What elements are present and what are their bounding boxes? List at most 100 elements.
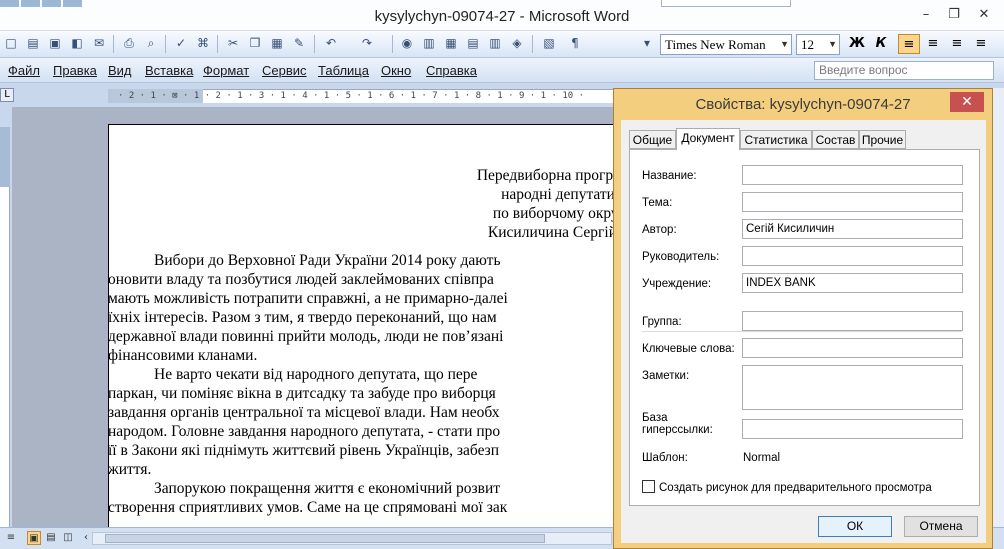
- font-name-combo[interactable]: Times New Roman ▼: [660, 34, 792, 55]
- company-field[interactable]: INDEX BANK: [742, 273, 963, 293]
- category-label: Группа:: [642, 316, 682, 328]
- menu-table[interactable]: Таблица: [318, 63, 369, 78]
- print-icon[interactable]: ⎙: [120, 34, 138, 52]
- paste-icon[interactable]: ▦: [268, 34, 286, 52]
- insert-excel-icon[interactable]: ▤: [464, 34, 482, 52]
- restore-button[interactable]: ❐: [940, 6, 968, 24]
- minimize-button[interactable]: –: [912, 6, 940, 24]
- reading-layout-icon[interactable]: ◫: [61, 531, 75, 545]
- justify-button[interactable]: ≡: [970, 34, 992, 54]
- font-name-value: Times New Roman: [665, 37, 766, 52]
- align-center-button[interactable]: ≡: [922, 34, 944, 54]
- print-layout-icon[interactable]: ▣: [27, 531, 41, 545]
- template-label: Шаблон:: [642, 452, 688, 464]
- title-bar: kysylychyn-09074-27 - Microsoft Word – ❐…: [0, 0, 1004, 31]
- redo-icon[interactable]: ↷: [358, 34, 376, 52]
- cancel-button[interactable]: Отмена: [904, 516, 978, 537]
- title-field[interactable]: [742, 165, 963, 185]
- normal-view-icon[interactable]: ≡: [4, 531, 18, 545]
- insert-table-icon[interactable]: ▦: [442, 34, 460, 52]
- web-layout-icon[interactable]: ▤: [44, 531, 58, 545]
- preview-checkbox[interactable]: [642, 480, 655, 493]
- hyperlink-label-line: гиперссылки:: [642, 424, 713, 436]
- align-left-button[interactable]: ≡: [898, 34, 920, 54]
- toolbar-options-icon[interactable]: ▾: [638, 34, 656, 52]
- scroll-left-icon[interactable]: ‹: [79, 531, 93, 545]
- subject-label: Тема:: [642, 197, 673, 209]
- preview-checkbox-label: Создать рисунок для предварительного про…: [659, 482, 932, 494]
- cut-icon[interactable]: ✂: [224, 34, 242, 52]
- research-icon[interactable]: ⌘: [194, 34, 212, 52]
- standard-toolbar: □ ▤ ▣ ◧ ✉ ⎙ ⌕ ✓ ⌘ ✂ ❐ ▦ ✎ ↶ ↷ ◉ ▥ ▦ ▤ ▥ …: [0, 31, 1004, 58]
- tab-contents[interactable]: Состав: [812, 130, 859, 149]
- vertical-ruler: [0, 107, 12, 527]
- hyperlink-label-line: База: [642, 412, 668, 424]
- bold-button[interactable]: Ж: [846, 34, 868, 54]
- copy-icon[interactable]: ❐: [246, 34, 264, 52]
- tab-general[interactable]: Общие: [629, 130, 676, 149]
- menu-help[interactable]: Справка: [426, 63, 477, 78]
- drawing-icon[interactable]: ◈: [508, 34, 526, 52]
- undo-icon[interactable]: ↶: [322, 34, 340, 52]
- font-size-combo[interactable]: 12 ▼: [796, 34, 840, 55]
- document-tab-panel: Название: Тема: Автор: Сегій Кисиличин Р…: [629, 149, 980, 506]
- manager-field[interactable]: [742, 246, 963, 266]
- comments-field[interactable]: [742, 365, 963, 410]
- permission-icon[interactable]: ◧: [68, 34, 86, 52]
- align-right-button[interactable]: ≡: [946, 34, 968, 54]
- show-hide-icon[interactable]: ¶: [566, 34, 584, 52]
- open-folder-icon[interactable]: ▤: [24, 34, 42, 52]
- hyperlink-base-field[interactable]: [742, 419, 963, 439]
- keywords-field[interactable]: [742, 338, 963, 358]
- hyperlink-base-label: База гиперссылки:: [642, 412, 713, 436]
- menu-edit[interactable]: Правка: [53, 63, 97, 78]
- scroll-thumb[interactable]: [105, 534, 545, 543]
- italic-button[interactable]: К: [870, 34, 892, 54]
- print-preview-icon[interactable]: ⌕: [142, 34, 160, 52]
- format-painter-icon[interactable]: ✎: [290, 34, 308, 52]
- dialog-title: Свойства: kysylychyn-09074-27: [695, 96, 911, 113]
- menu-bar: Файл Правка Вид Вставка Формат Сервис Та…: [0, 58, 1004, 83]
- spelling-icon[interactable]: ✓: [172, 34, 190, 52]
- menu-file[interactable]: Файл: [8, 63, 40, 78]
- tables-borders-icon[interactable]: ▥: [420, 34, 438, 52]
- new-document-icon[interactable]: □: [2, 34, 20, 52]
- columns-icon[interactable]: ▥: [486, 34, 504, 52]
- subject-field[interactable]: [742, 192, 963, 212]
- document-map-icon[interactable]: ▧: [540, 34, 558, 52]
- tab-custom[interactable]: Прочие: [859, 130, 906, 149]
- horizontal-scrollbar[interactable]: [92, 532, 612, 545]
- menu-tools[interactable]: Сервис: [262, 63, 307, 78]
- divider: [642, 331, 962, 332]
- company-label: Учреждение:: [642, 278, 712, 290]
- email-icon[interactable]: ✉: [90, 34, 108, 52]
- chevron-down-icon: ▼: [780, 39, 789, 49]
- close-button[interactable]: ✕: [970, 6, 998, 24]
- author-field[interactable]: Сегій Кисиличин: [742, 219, 963, 239]
- tab-statistics[interactable]: Статистика: [740, 130, 812, 149]
- save-preview-option[interactable]: Создать рисунок для предварительного про…: [642, 480, 932, 494]
- close-icon[interactable]: ✕: [950, 92, 984, 112]
- category-field[interactable]: [742, 311, 963, 331]
- window-title: kysylychyn-09074-27 - Microsoft Word: [374, 8, 630, 25]
- vertical-scrollbar[interactable]: [992, 88, 1004, 527]
- comments-label: Заметки:: [642, 370, 690, 382]
- manager-label: Руководитель:: [642, 251, 720, 263]
- properties-dialog: Свойства: kysylychyn-09074-27 ✕ Общие До…: [613, 88, 993, 549]
- font-size-value: 12: [801, 37, 814, 52]
- ruler-scale: · 2 · 1 · ⊠ · 1 · 2 · 1 · 3 · 1 · 4 · 1 …: [118, 91, 584, 101]
- menu-format[interactable]: Формат: [203, 63, 249, 78]
- menu-insert[interactable]: Вставка: [145, 63, 193, 78]
- ask-question-input[interactable]: Введите вопрос: [814, 61, 994, 80]
- tab-document[interactable]: Документ: [676, 128, 740, 150]
- chevron-down-icon: ▼: [828, 39, 837, 49]
- menu-view[interactable]: Вид: [108, 63, 132, 78]
- menu-window[interactable]: Окно: [381, 63, 411, 78]
- keywords-label: Ключевые слова:: [642, 343, 735, 355]
- title-label: Название:: [642, 170, 697, 182]
- save-icon[interactable]: ▣: [46, 34, 64, 52]
- tab-selector-icon[interactable]: L: [0, 88, 14, 102]
- ok-button[interactable]: ОК: [818, 516, 892, 537]
- hyperlink-icon[interactable]: ◉: [398, 34, 416, 52]
- template-value: Normal: [743, 452, 781, 464]
